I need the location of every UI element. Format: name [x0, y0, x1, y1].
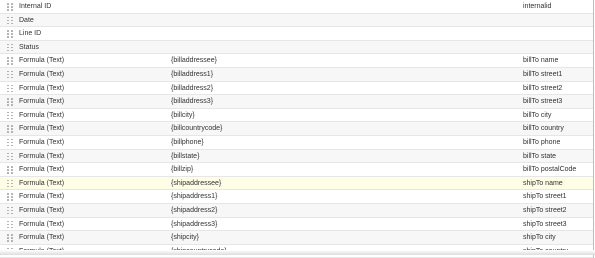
custom-label-cell[interactable]: billTo street2: [523, 82, 591, 95]
custom-label-cell[interactable]: billTo street1: [523, 68, 591, 81]
custom-label-cell[interactable]: [523, 27, 591, 40]
field-cell[interactable]: Date: [19, 14, 169, 27]
formula-cell[interactable]: [171, 0, 511, 13]
custom-label-cell[interactable]: billTo name: [523, 54, 591, 67]
formula-cell[interactable]: {shipaddress2}: [171, 204, 511, 217]
field-cell[interactable]: Formula (Text): [19, 122, 169, 135]
custom-label-cell[interactable]: billTo city: [523, 109, 591, 122]
drag-handle-icon[interactable]: [7, 166, 13, 174]
table-row[interactable]: Formula (Text) {shipcity} shipTo city: [0, 231, 593, 245]
formula-cell[interactable]: {billzip}: [171, 163, 511, 176]
table-row[interactable]: Formula (Text) {billstate} billTo state: [0, 149, 593, 164]
formula-cell[interactable]: {billaddress1}: [171, 68, 511, 81]
field-cell[interactable]: Formula (Text): [19, 109, 169, 122]
formula-cell[interactable]: {billphone}: [171, 136, 511, 149]
search-results-columns-grid: Internal ID internalid Date Line ID Status Fo…: [0, 0, 594, 258]
field-cell[interactable]: Status: [19, 41, 169, 54]
drag-handle-icon[interactable]: [7, 234, 13, 242]
formula-cell[interactable]: {billaddress3}: [171, 95, 511, 108]
drag-handle-icon[interactable]: [7, 30, 13, 38]
formula-cell[interactable]: {shipaddressee}: [171, 177, 511, 190]
drag-handle-icon[interactable]: [7, 84, 13, 93]
table-row[interactable]: Formula (Text) {shipaddress1} shipTo stree…: [0, 190, 593, 204]
field-cell[interactable]: Line ID: [19, 27, 169, 40]
custom-label-cell[interactable]: billTo phone: [523, 136, 591, 149]
field-cell[interactable]: Formula (Text): [19, 54, 169, 67]
custom-label-cell[interactable]: shipTo street3: [523, 218, 591, 231]
formula-cell[interactable]: {billaddress2}: [171, 82, 511, 95]
formula-cell[interactable]: [171, 41, 511, 54]
table-row[interactable]: Date: [0, 13, 593, 28]
drag-handle-icon[interactable]: [7, 125, 13, 133]
custom-label-cell[interactable]: shipTo name: [523, 177, 591, 190]
scroll-edge-shadow: [0, 250, 595, 255]
drag-handle-icon[interactable]: [7, 179, 13, 188]
formula-cell[interactable]: {billcity}: [171, 109, 511, 122]
table-row[interactable]: Formula (Text) {shipaddress3} shipTo stree…: [0, 217, 593, 232]
custom-label-cell[interactable]: billTo postalCode: [523, 163, 591, 176]
field-cell[interactable]: Formula (Text): [19, 218, 169, 231]
table-row[interactable]: Line ID: [0, 27, 593, 41]
drag-handle-icon[interactable]: [7, 193, 13, 201]
drag-handle-icon[interactable]: [7, 43, 13, 52]
custom-label-cell[interactable]: billTo street3: [523, 95, 591, 108]
formula-cell[interactable]: {shipaddress1}: [171, 190, 511, 203]
table-row[interactable]: Formula (Text) {billaddress1} billTo stree…: [0, 67, 593, 82]
custom-label-cell[interactable]: shipTo street1: [523, 190, 591, 203]
field-cell[interactable]: Formula (Text): [19, 190, 169, 203]
table-row[interactable]: Formula (Text) {shipaddress2} shipTo stree…: [0, 203, 593, 218]
drag-handle-icon[interactable]: [7, 98, 13, 106]
drag-handle-icon[interactable]: [7, 111, 13, 120]
table-row[interactable]: Formula (Text) {shipaddressee} shipTo name: [0, 176, 593, 191]
field-cell[interactable]: Formula (Text): [19, 204, 169, 217]
table-row[interactable]: Formula (Text) {billaddress2} billTo stree…: [0, 81, 593, 96]
table-row[interactable]: Internal ID internalid: [0, 0, 593, 14]
custom-label-cell[interactable]: [523, 41, 591, 54]
field-cell[interactable]: Formula (Text): [19, 82, 169, 95]
formula-cell[interactable]: {billstate}: [171, 150, 511, 163]
drag-handle-icon[interactable]: [7, 206, 13, 215]
drag-handle-icon[interactable]: [7, 16, 13, 25]
table-row[interactable]: Status: [0, 40, 593, 55]
field-cell[interactable]: Internal ID: [19, 0, 169, 13]
field-cell[interactable]: Formula (Text): [19, 68, 169, 81]
field-cell[interactable]: Formula (Text): [19, 177, 169, 190]
table-row[interactable]: Formula (Text) {billphone} billTo phone: [0, 135, 593, 150]
drag-handle-icon[interactable]: [7, 70, 13, 79]
formula-cell[interactable]: [171, 27, 511, 40]
drag-handle-icon[interactable]: [7, 220, 13, 229]
custom-label-cell[interactable]: shipTo city: [523, 231, 591, 244]
table-row[interactable]: Formula (Text) {billaddress3} billTo stree…: [0, 95, 593, 109]
table-row[interactable]: Formula (Text) {billzip} billTo postalCode: [0, 163, 593, 177]
custom-label-cell[interactable]: [523, 14, 591, 27]
custom-label-cell[interactable]: billTo state: [523, 150, 591, 163]
custom-label-cell[interactable]: shipTo street2: [523, 204, 591, 217]
custom-label-cell[interactable]: internalid: [523, 0, 591, 13]
formula-cell[interactable]: {shipaddress3}: [171, 218, 511, 231]
formula-cell[interactable]: [171, 14, 511, 27]
drag-handle-icon[interactable]: [7, 57, 13, 65]
field-cell[interactable]: Formula (Text): [19, 231, 169, 244]
field-cell[interactable]: Formula (Text): [19, 150, 169, 163]
field-cell[interactable]: Formula (Text): [19, 95, 169, 108]
table-row[interactable]: Formula (Text) {billcountrycode} billTo co…: [0, 122, 593, 136]
drag-handle-icon[interactable]: [7, 152, 13, 161]
field-cell[interactable]: Formula (Text): [19, 163, 169, 176]
formula-cell[interactable]: {shipcity}: [171, 231, 511, 244]
drag-handle-icon[interactable]: [7, 138, 13, 147]
field-cell[interactable]: Formula (Text): [19, 136, 169, 149]
formula-cell[interactable]: {billaddressee}: [171, 54, 511, 67]
custom-label-cell[interactable]: billTo country: [523, 122, 591, 135]
table-row[interactable]: Formula (Text) {billaddressee} billTo name: [0, 54, 593, 68]
table-row[interactable]: Formula (Text) {billcity} billTo city: [0, 108, 593, 123]
formula-cell[interactable]: {billcountrycode}: [171, 122, 511, 135]
drag-handle-icon[interactable]: [7, 3, 13, 11]
